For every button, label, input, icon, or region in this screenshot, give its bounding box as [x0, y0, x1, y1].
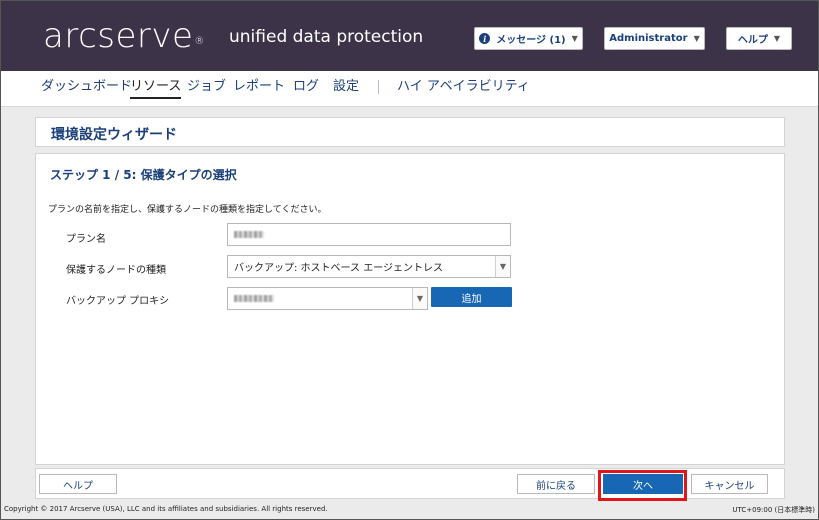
arcserve-logo: arcserve®	[43, 16, 205, 56]
dropdown-arrow-icon[interactable]: ▼	[412, 288, 427, 309]
info-icon: i	[479, 33, 491, 44]
caret-down-icon: ▼	[773, 34, 781, 43]
node-type-label: 保護するノードの種類	[66, 265, 166, 276]
node-type-select[interactable]: バックアップ: ホストベース エージェントレス ▼	[227, 255, 511, 278]
nav-jobs[interactable]: ジョブ	[187, 79, 226, 95]
cancel-button[interactable]: キャンセル	[691, 474, 768, 494]
backup-proxy-label: バックアップ プロキシ	[66, 296, 170, 307]
caret-down-icon: ▼	[571, 34, 578, 43]
nav-resources[interactable]: リソース	[130, 79, 182, 99]
copyright-text: Copyright © 2017 Arcserve (USA), LLC and…	[4, 505, 328, 513]
wizard-title-bar: 環境設定ウィザード	[35, 117, 785, 147]
nav-reports[interactable]: レポート	[233, 79, 285, 95]
step-description: プランの名前を指定し、保護するノードの種類を指定してください。	[48, 205, 327, 215]
dropdown-arrow-icon[interactable]: ▼	[495, 256, 510, 277]
wizard-title: 環境設定ウィザード	[51, 127, 177, 143]
help-button[interactable]: ヘルプ	[39, 474, 117, 494]
back-button[interactable]: 前に戻る	[517, 474, 595, 494]
redacted-proxy-name	[234, 295, 274, 302]
add-proxy-button[interactable]: 追加	[431, 287, 512, 307]
administrator-button[interactable]: Administrator ▼	[604, 27, 705, 50]
redacted-plan-name	[234, 231, 264, 238]
plan-name-label: プラン名	[66, 234, 106, 245]
product-name: unified data protection	[229, 27, 424, 47]
next-button-highlight	[598, 470, 687, 501]
step-title: ステップ 1 / 5: 保護タイプの選択	[50, 168, 237, 182]
app-header: arcserve® unified data protection i メッセー…	[1, 1, 818, 71]
header-help-button[interactable]: ヘルプ ▼	[726, 27, 792, 50]
nav-settings[interactable]: 設定	[333, 79, 359, 95]
nav-logs[interactable]: ログ	[293, 79, 319, 95]
nav-divider	[378, 80, 379, 94]
nav-high-availability[interactable]: ハイ アベイラビリティ	[397, 79, 530, 95]
wizard-panel: ステップ 1 / 5: 保護タイプの選択 プランの名前を指定し、保護するノードの…	[35, 153, 785, 465]
timezone-text: UTC+09:00 (日本標準時)	[732, 506, 815, 514]
plan-name-input[interactable]	[227, 223, 511, 246]
caret-down-icon: ▼	[693, 34, 700, 43]
main-nav: ダッシュボード リソース ジョブ レポート ログ 設定 ハイ アベイラビリティ	[1, 71, 818, 107]
backup-proxy-select[interactable]: ▼	[227, 287, 428, 310]
nav-dashboard[interactable]: ダッシュボード	[41, 79, 132, 95]
messages-button[interactable]: i メッセージ (1) ▼	[474, 27, 583, 50]
